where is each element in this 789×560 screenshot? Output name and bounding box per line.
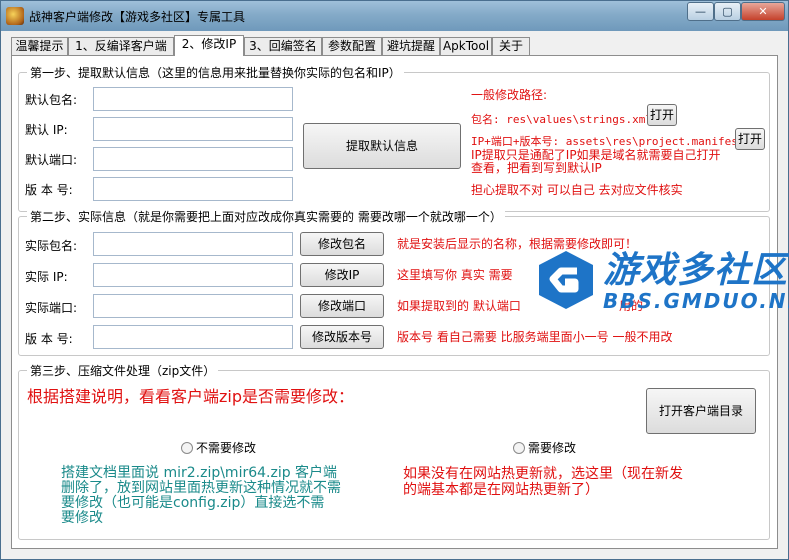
step2-title: 第二步、实际信息（就是你需要把上面对应改成你真实需要的 需要改哪一个就改哪一个） xyxy=(27,208,505,225)
step1-group: 第一步、提取默认信息（这里的信息用来批量替换你实际的包名和IP） 默认包名: 默… xyxy=(18,64,770,212)
package-note: 就是安装后显示的名称，根据需要修改即可！ xyxy=(397,237,638,251)
actual-version-input[interactable] xyxy=(93,325,293,349)
version-note: 版本号 看自己需要 比服务端里面小一号 一般不用改 xyxy=(397,330,673,344)
package-path-note: 包名: res\values\strings.xml xyxy=(471,113,652,126)
actual-package-label: 实际包名: xyxy=(25,239,78,253)
default-version-label: 版 本 号: xyxy=(25,183,73,197)
actual-package-input[interactable] xyxy=(93,232,293,256)
radio-modify-circle[interactable] xyxy=(513,442,525,454)
ip-note-tail: 就是 xyxy=(551,268,576,282)
radio-modify[interactable]: 需要修改 xyxy=(513,439,576,456)
actual-ip-label: 实际 IP: xyxy=(25,270,68,284)
tab-about[interactable]: 关于 xyxy=(492,37,530,55)
step2-group: 第二步、实际信息（就是你需要把上面对应改成你真实需要的 需要改哪一个就改哪一个）… xyxy=(18,208,770,356)
modify-explanation: 如果没有在网站热更新就，选这里（现在新发 的端基本都是在网站热更新了） xyxy=(403,466,683,498)
default-ip-label: 默认 IP: xyxy=(25,123,68,137)
tab-tips[interactable]: 温馨提示 xyxy=(11,37,68,55)
default-port-input[interactable] xyxy=(93,147,293,171)
actual-port-input[interactable] xyxy=(93,294,293,318)
app-icon xyxy=(6,7,24,25)
maximize-button[interactable]: ▢ xyxy=(714,2,741,21)
no-modify-explanation: 搭建文档里面说 mir2.zip\mir64.zip 客户端 删除了，放到网站里… xyxy=(61,466,341,526)
tab-decompile[interactable]: 1、反编译客户端 xyxy=(68,37,174,55)
open-strings-button[interactable]: 打开 xyxy=(647,104,677,126)
no-modify-line-1: 搭建文档里面说 mir2.zip\mir64.zip 客户端 xyxy=(61,465,338,481)
port-note-tail: 用的 xyxy=(619,299,644,313)
default-port-label: 默认端口: xyxy=(25,153,78,167)
tab-pitfalls[interactable]: 避坑提醒 xyxy=(382,37,440,55)
radio-no-modify-label: 不需要修改 xyxy=(196,441,257,455)
ip-note: 这里填写你 真实 需要 xyxy=(397,268,513,282)
step1-title: 第一步、提取默认信息（这里的信息用来批量替换你实际的包名和IP） xyxy=(27,64,404,81)
step3-title: 第三步、压缩文件处理（zip文件） xyxy=(27,362,219,379)
minimize-button[interactable]: — xyxy=(687,2,714,21)
close-button[interactable]: ✕ xyxy=(741,2,785,21)
no-modify-line-4: 要修改 xyxy=(61,510,103,526)
modify-line-1: 如果没有在网站热更新就，选这里（现在新发 xyxy=(403,466,683,482)
default-ip-input[interactable] xyxy=(93,117,293,141)
path-header-note: 一般修改路径: xyxy=(471,88,548,102)
ip-extract-note-2: 查看，把看到写到默认IP xyxy=(471,161,602,175)
modify-version-button[interactable]: 修改版本号 xyxy=(300,325,384,349)
no-modify-line-3: 要修改（也可能是config.zip）直接选不需 xyxy=(61,495,325,511)
actual-version-label: 版 本 号: xyxy=(25,332,73,346)
tab-panel-modify-ip: 第一步、提取默认信息（这里的信息用来批量替换你实际的包名和IP） 默认包名: 默… xyxy=(11,55,778,549)
tab-apktool[interactable]: ApkTool xyxy=(440,37,492,55)
modify-port-button[interactable]: 修改端口 xyxy=(300,294,384,318)
tab-params[interactable]: 参数配置 xyxy=(322,37,382,55)
verify-note: 担心提取不对 可以自己 去对应文件核实 xyxy=(471,183,683,197)
modify-package-button[interactable]: 修改包名 xyxy=(300,232,384,256)
default-version-input[interactable] xyxy=(93,177,293,201)
actual-port-label: 实际端口: xyxy=(25,301,78,315)
port-note: 如果提取到的 默认端口 xyxy=(397,299,521,313)
radio-no-modify[interactable]: 不需要修改 xyxy=(181,439,256,456)
extract-default-button[interactable]: 提取默认信息 xyxy=(303,123,461,169)
tab-modify-ip[interactable]: 2、修改IP xyxy=(174,35,244,56)
default-package-input[interactable] xyxy=(93,87,293,111)
default-package-label: 默认包名: xyxy=(25,93,78,107)
main-window: 战神客户端修改【游戏多社区】专属工具 — ▢ ✕ 温馨提示 1、反编译客户端 2… xyxy=(0,0,789,560)
open-client-dir-button[interactable]: 打开客户端目录 xyxy=(646,388,756,434)
step3-group: 第三步、压缩文件处理（zip文件） 根据搭建说明，看看客户端zip是否需要修改：… xyxy=(18,362,770,540)
title-bar[interactable]: 战神客户端修改【游戏多社区】专属工具 — ▢ ✕ xyxy=(1,1,788,31)
radio-no-modify-circle[interactable] xyxy=(181,442,193,454)
step3-headline: 根据搭建说明，看看客户端zip是否需要修改： xyxy=(27,387,355,406)
actual-ip-input[interactable] xyxy=(93,263,293,287)
window-title: 战神客户端修改【游戏多社区】专属工具 xyxy=(29,10,246,24)
no-modify-line-2: 删除了，放到网站里面热更新这种情况就不需 xyxy=(61,480,341,496)
modify-ip-button[interactable]: 修改IP xyxy=(300,263,384,287)
tab-recompile-sign[interactable]: 3、回编签名 xyxy=(244,37,322,55)
modify-line-2: 的端基本都是在网站热更新了） xyxy=(403,482,599,498)
open-manifest-button[interactable]: 打开 xyxy=(735,128,765,150)
radio-modify-label: 需要修改 xyxy=(528,441,577,455)
